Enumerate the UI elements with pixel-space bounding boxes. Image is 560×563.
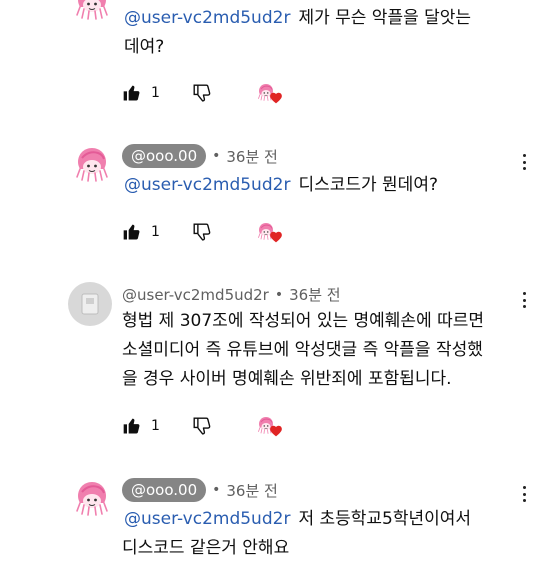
more-vertical-icon[interactable] bbox=[522, 154, 526, 170]
comment-line: 데여? bbox=[124, 37, 165, 57]
heart-icon bbox=[269, 230, 283, 244]
comment-line: 제가 무슨 악플을 달앗는 bbox=[298, 8, 472, 28]
comment-line: 형법 제 307조에 작성되어 있는 명예훼손에 따르면 bbox=[122, 311, 485, 331]
comment-text: @user-vc2md5ud2r 제가 무슨 악플을 달앗는 데여? bbox=[124, 4, 471, 62]
avatar[interactable] bbox=[68, 282, 112, 326]
thumbs-up-filled-icon[interactable] bbox=[122, 83, 142, 103]
comment-thread-item: @user-vc2md5ud2r • 36분 전 형법 제 307조에 작성되어… bbox=[0, 278, 560, 448]
thumbs-down-outline-icon[interactable] bbox=[191, 221, 213, 243]
author-name[interactable]: @ooo.00 bbox=[122, 144, 207, 168]
comment-thread-item: @ooo.00 • 36분 전 @user-vc2md5ud2r 저 초등학교5학… bbox=[0, 474, 560, 560]
comment-text: @user-vc2md5ud2r 저 초등학교5학년이여서 디스코드 같은거 안해… bbox=[122, 505, 472, 563]
pink-character-avatar bbox=[70, 474, 114, 518]
gray-default-avatar bbox=[81, 293, 99, 315]
author-name[interactable]: @user-vc2md5ud2r bbox=[122, 286, 269, 304]
comment-header: @ooo.00 • 36분 전 bbox=[122, 478, 278, 502]
like-count: 1 bbox=[151, 418, 160, 434]
thumbs-down-outline-icon[interactable] bbox=[191, 82, 213, 104]
separator: • bbox=[212, 148, 221, 164]
comment-header: @ooo.00 • 36분 전 bbox=[122, 144, 278, 168]
comment-thread-item: @user-vc2md5ud2r 제가 무슨 악플을 달앗는 데여? 1 bbox=[0, 0, 560, 120]
timestamp: 36분 전 bbox=[289, 286, 341, 304]
creator-heart-icon bbox=[255, 80, 285, 106]
pink-character-avatar bbox=[70, 140, 114, 184]
comment-actions: 1 bbox=[122, 413, 285, 439]
comment-line: 소셜미디어 즉 유튜브에 악성댓글 즉 악플을 작성했 bbox=[122, 340, 483, 360]
more-vertical-icon[interactable] bbox=[522, 292, 526, 308]
comment-actions: 1 bbox=[122, 219, 285, 245]
pink-character-avatar bbox=[70, 0, 114, 22]
comment-actions: 1 bbox=[122, 80, 285, 106]
heart-icon bbox=[269, 91, 283, 105]
like-count: 1 bbox=[151, 224, 160, 240]
mention-link[interactable]: @user-vc2md5ud2r bbox=[124, 509, 290, 529]
comment-line: 디스코드 같은거 안해요 bbox=[122, 538, 290, 558]
separator: • bbox=[212, 482, 221, 498]
like-count: 1 bbox=[151, 85, 160, 101]
timestamp: 36분 전 bbox=[226, 481, 278, 500]
comment-line: 을 경우 사이버 명예훼손 위반죄에 포함됩니다. bbox=[122, 369, 452, 389]
comment-thread-item: @ooo.00 • 36분 전 @user-vc2md5ud2r 디스코드가 뭔데… bbox=[0, 140, 560, 255]
separator: • bbox=[274, 286, 284, 303]
comment-line: 디스코드가 뭔데여? bbox=[298, 175, 438, 195]
timestamp: 36분 전 bbox=[226, 147, 278, 166]
mention-link[interactable]: @user-vc2md5ud2r bbox=[124, 175, 290, 195]
author-name[interactable]: @ooo.00 bbox=[122, 478, 207, 502]
comment-header: @user-vc2md5ud2r • 36분 전 bbox=[122, 284, 341, 305]
avatar[interactable] bbox=[70, 0, 114, 22]
comment-line: 저 초등학교5학년이여서 bbox=[298, 509, 472, 529]
avatar[interactable] bbox=[70, 474, 114, 518]
thumbs-down-outline-icon[interactable] bbox=[191, 415, 213, 437]
thumbs-up-filled-icon[interactable] bbox=[122, 222, 142, 242]
more-vertical-icon[interactable] bbox=[522, 486, 526, 502]
mention-link[interactable]: @user-vc2md5ud2r bbox=[124, 8, 290, 28]
creator-heart-icon bbox=[255, 413, 285, 439]
thumbs-up-filled-icon[interactable] bbox=[122, 416, 142, 436]
comment-text: @user-vc2md5ud2r 디스코드가 뭔데여? bbox=[124, 171, 438, 200]
avatar[interactable] bbox=[70, 140, 114, 184]
creator-heart-icon bbox=[255, 219, 285, 245]
heart-icon bbox=[269, 424, 283, 438]
comment-text: 형법 제 307조에 작성되어 있는 명예훼손에 따르면 소셜미디어 즉 유튜브… bbox=[122, 307, 484, 394]
